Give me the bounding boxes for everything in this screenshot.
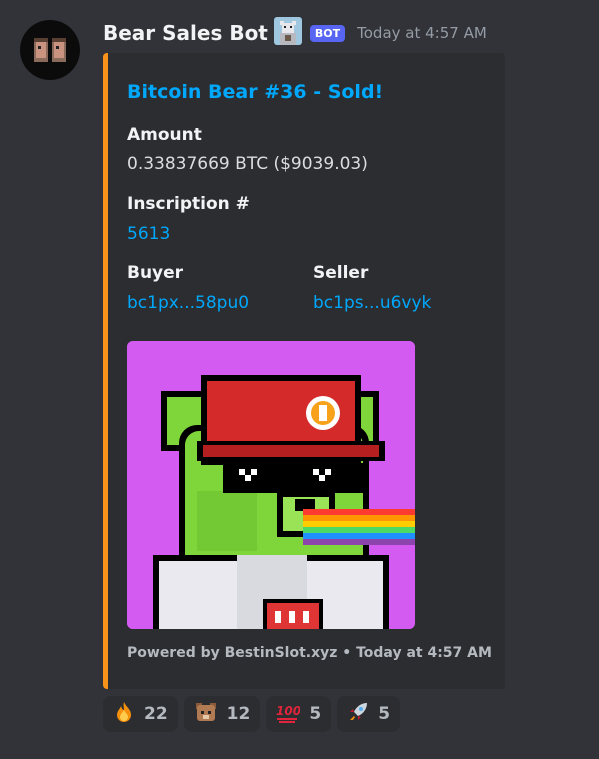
rocket-icon [347,701,369,727]
message-timestamp[interactable]: Today at 4:57 AM [357,24,487,42]
reaction-hundred[interactable]: 100 5 [266,696,332,732]
svg-text:100: 100 [276,704,300,718]
amount-field-name: Amount [127,125,202,145]
buyer-field-name: Buyer [127,263,184,283]
seller-address-link[interactable]: bc1ps...u6vyk [313,293,431,313]
embed-title-link[interactable]: Bitcoin Bear #36 - Sold! [127,81,383,103]
pixel-bear-image [127,341,415,629]
seller-field-name: Seller [313,263,369,283]
reaction-bear[interactable]: 12 [183,696,261,732]
amount-field-value: 0.33837669 BTC ($9039.03) [127,154,368,174]
bot-avatar[interactable] [20,20,80,80]
reaction-count: 5 [309,704,322,724]
username[interactable]: Bear Sales Bot [103,21,268,45]
bear-pair-avatar-icon [34,38,66,62]
reaction-count: 22 [144,704,168,724]
fire-icon [113,701,135,727]
embed-footer: Powered by BestinSlot.xyz • Today at 4:5… [127,645,492,661]
bitcoin-bear-nft-image[interactable] [127,341,415,629]
inscription-link[interactable]: 5613 [127,224,170,244]
reaction-count: 12 [226,704,251,724]
bot-tag: BOT [309,24,346,42]
sale-embed: Bitcoin Bear #36 - Sold! Amount 0.338376… [103,53,505,689]
reaction-count: 5 [378,704,391,724]
message-header: Bear Sales Bot BOT Today at 4:57 AM [103,17,487,49]
bear-avatar-badge-icon [273,17,302,49]
inscription-field-name: Inscription # [127,194,250,214]
hundred-points-icon: 100 [276,701,301,727]
bear-icon [194,701,218,727]
reaction-bar: 22 12 100 5 5 [103,696,401,732]
reaction-fire[interactable]: 22 [103,696,178,732]
reaction-rocket[interactable]: 5 [337,696,401,732]
buyer-address-link[interactable]: bc1px...58pu0 [127,293,249,313]
